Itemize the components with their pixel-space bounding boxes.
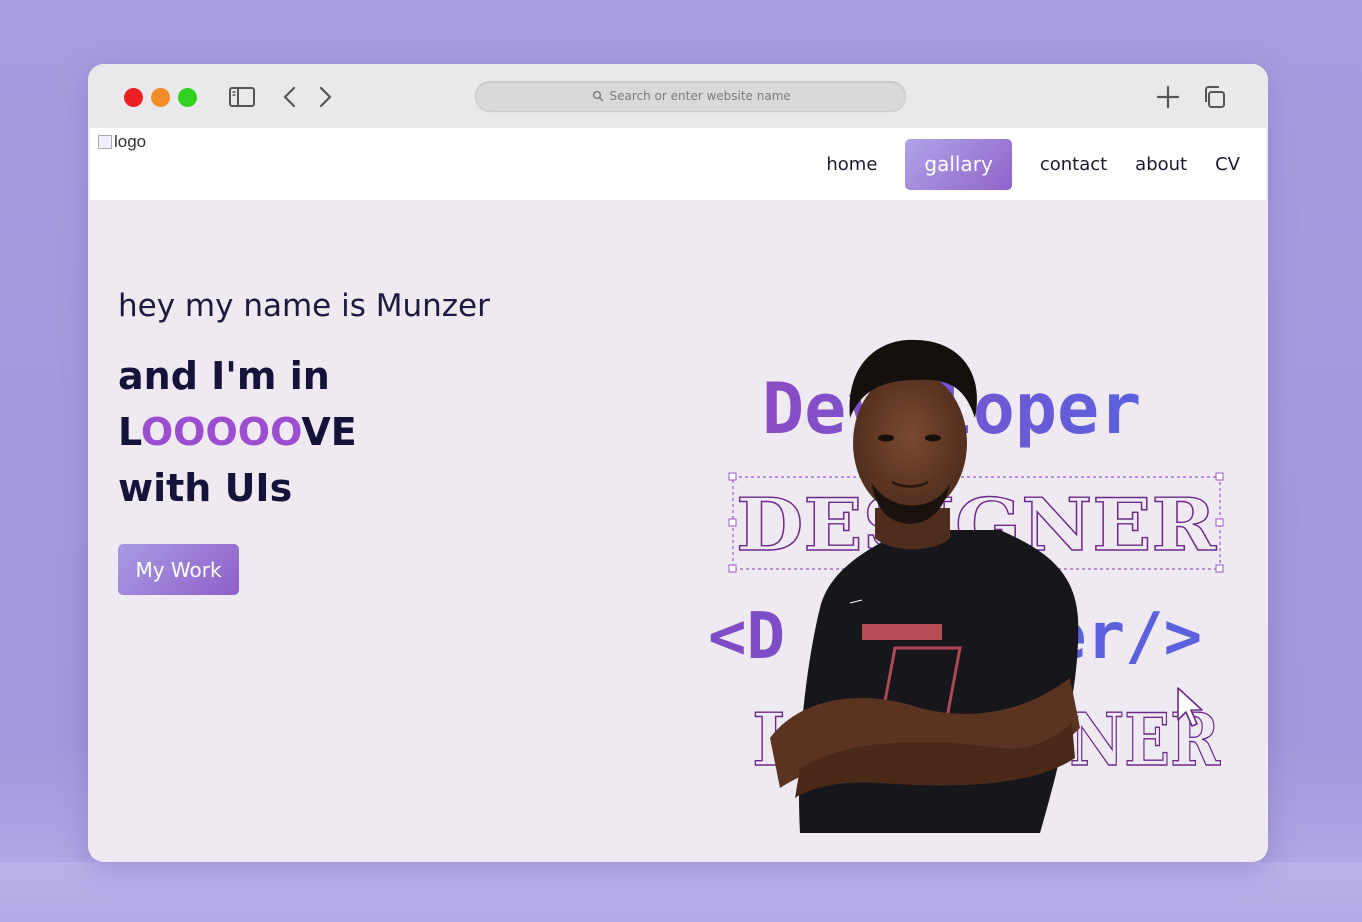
maximize-window-button[interactable] [178, 88, 197, 107]
hero-headline: and I'm in LOOOOOVE with UIs [118, 348, 357, 516]
site-navbar: logo home gallary contact about CV [90, 128, 1266, 200]
minimize-window-button[interactable] [151, 88, 170, 107]
selection-handle[interactable] [728, 518, 737, 527]
browser-window: logo home gallary contact about CV hey m… [88, 64, 1268, 862]
headline-line-1: and I'm in [118, 354, 330, 398]
headline-highlight: OOOOO [140, 410, 302, 454]
broken-image-icon [98, 135, 112, 149]
selection-handle[interactable] [728, 564, 737, 573]
search-icon [592, 87, 604, 106]
hero-artwork: Developer DESIGNER <D er/> IGNER I [700, 268, 1260, 833]
tabs-icon[interactable] [1200, 82, 1230, 112]
my-work-button[interactable]: My Work [118, 544, 239, 595]
new-tab-icon[interactable] [1153, 82, 1183, 112]
selection-handle[interactable] [1215, 564, 1224, 573]
backdrop-floor [0, 862, 1362, 922]
headline-l: L [118, 410, 141, 454]
nav-link-contact[interactable]: contact [1026, 139, 1121, 190]
nav-link-cv[interactable]: CV [1201, 139, 1254, 190]
browser-toolbar [88, 64, 1268, 128]
close-window-button[interactable] [124, 88, 143, 107]
logo-alt-text: logo [114, 132, 147, 151]
nav-link-gallary[interactable]: gallary [905, 139, 1012, 190]
nav-link-about[interactable]: about [1121, 139, 1201, 190]
address-input[interactable] [609, 89, 790, 103]
hero-intro: hey my name is Munzer [118, 288, 490, 324]
selection-handle[interactable] [1215, 518, 1224, 527]
nav-link-home[interactable]: home [812, 139, 891, 190]
nav-links: home gallary contact about CV [812, 139, 1254, 190]
headline-line-2: LOOOOOVE [118, 404, 357, 460]
forward-icon[interactable] [310, 82, 340, 112]
selection-handle[interactable] [728, 472, 737, 481]
headline-line-3: with UIs [118, 466, 293, 510]
web-page: logo home gallary contact about CV hey m… [90, 128, 1266, 862]
back-icon[interactable] [275, 82, 305, 112]
sidebar-icon[interactable] [227, 82, 257, 112]
site-logo[interactable]: logo [98, 132, 146, 152]
address-bar[interactable] [475, 81, 906, 111]
headline-ve: VE [301, 410, 357, 454]
word-dev-tag-start: <D [708, 600, 785, 674]
selection-handle[interactable] [1215, 472, 1224, 481]
